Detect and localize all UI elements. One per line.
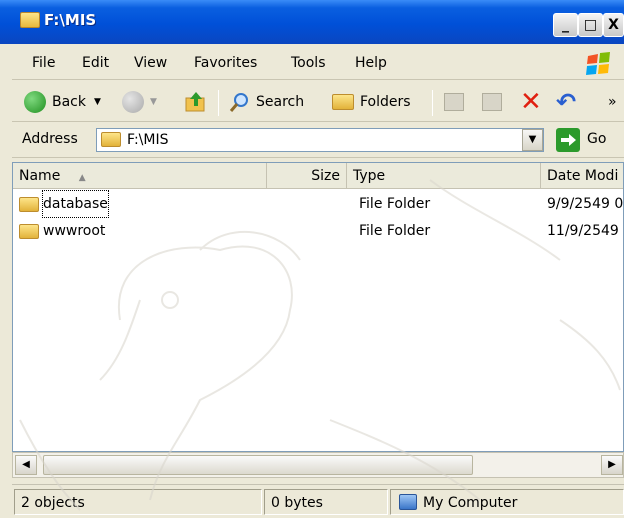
menu-edit[interactable]: Edit: [82, 55, 109, 71]
row-type: File Folder: [359, 223, 431, 239]
forward-button[interactable]: ▼: [122, 82, 157, 122]
undo-button[interactable]: ↶: [556, 82, 576, 122]
row-name[interactable]: wwwroot: [43, 218, 105, 244]
search-label: Search: [256, 94, 305, 110]
minimize-button[interactable]: _: [553, 13, 578, 37]
up-folder-icon: [185, 92, 205, 112]
address-input[interactable]: F:\MIS: [96, 128, 544, 152]
folder-icon: [19, 224, 39, 239]
copy-to-button[interactable]: [482, 82, 502, 122]
chevron-down-icon: ▼: [94, 97, 101, 107]
table-row[interactable]: wwwroot File Folder 11/9/2549: [13, 218, 623, 244]
address-label: Address: [22, 131, 78, 147]
address-bar: Address F:\MIS ▼ Go: [12, 122, 624, 158]
horizontal-scrollbar[interactable]: ◀ ▶: [12, 452, 624, 478]
back-label: Back: [52, 94, 86, 110]
table-row[interactable]: database File Folder 9/9/2549 0: [13, 190, 624, 218]
column-header-date[interactable]: Date Modi: [541, 163, 623, 189]
status-object-count: 2 objects: [14, 489, 262, 515]
column-header-row: Name ▲ Size Type Date Modi: [13, 163, 623, 189]
scroll-thumb[interactable]: [43, 455, 473, 475]
status-location: My Computer: [390, 489, 624, 515]
undo-icon: ↶: [556, 88, 577, 116]
menu-file[interactable]: File: [32, 55, 55, 71]
column-header-name[interactable]: Name ▲: [13, 163, 267, 189]
go-arrow-icon[interactable]: [556, 128, 580, 152]
maximize-button[interactable]: □: [578, 13, 603, 37]
up-folder-button[interactable]: [184, 82, 208, 122]
column-name-label: Name: [19, 168, 61, 184]
column-header-size[interactable]: Size: [267, 163, 347, 189]
toolbar-overflow-button[interactable]: »: [608, 82, 617, 122]
my-computer-icon: [399, 494, 417, 510]
toolbar: Back ▼ ▼ Search Folders ✕ ↶ »: [12, 82, 624, 122]
menu-tools[interactable]: Tools: [291, 55, 326, 71]
copy-to-icon: [482, 93, 502, 111]
back-button[interactable]: Back ▼: [24, 82, 101, 122]
sort-ascending-icon: ▲: [78, 173, 86, 183]
menu-help[interactable]: Help: [355, 55, 387, 71]
close-button[interactable]: X: [603, 13, 624, 37]
toolbar-overflow-chevron: »: [608, 94, 617, 110]
folder-icon: [101, 132, 121, 147]
chevron-down-icon: ▼: [150, 97, 157, 107]
toolbar-separator: [432, 90, 433, 116]
forward-arrow-icon: [122, 91, 144, 113]
scroll-left-button[interactable]: ◀: [15, 455, 37, 475]
search-icon: [229, 93, 248, 112]
menu-bar: File Edit View Favorites Tools Help: [12, 48, 624, 80]
delete-button[interactable]: ✕: [520, 82, 542, 122]
status-size: 0 bytes: [264, 489, 388, 515]
status-location-label: My Computer: [423, 495, 518, 511]
back-arrow-icon: [24, 91, 46, 113]
windows-logo-icon: [586, 52, 610, 75]
move-to-icon: [444, 93, 464, 111]
file-list[interactable]: Name ▲ Size Type Date Modi database File…: [12, 162, 624, 452]
folders-button[interactable]: Folders: [332, 82, 411, 122]
row-date: 9/9/2549 0: [547, 196, 624, 212]
window-title: F:\MIS: [44, 11, 97, 29]
row-date: 11/9/2549: [547, 223, 619, 239]
move-to-button[interactable]: [444, 82, 464, 122]
folders-icon: [332, 94, 354, 110]
explorer-window: F:\MIS _ □ X File Edit View Favorites To…: [0, 0, 624, 518]
go-label[interactable]: Go: [587, 131, 606, 147]
row-name[interactable]: database: [42, 190, 109, 218]
folder-icon: [20, 12, 40, 28]
column-header-type[interactable]: Type: [347, 163, 541, 189]
menu-favorites[interactable]: Favorites: [194, 55, 257, 71]
address-dropdown-button[interactable]: ▼: [522, 129, 543, 151]
row-type: File Folder: [359, 196, 431, 212]
address-value: F:\MIS: [127, 132, 169, 148]
scroll-right-button[interactable]: ▶: [601, 455, 623, 475]
folder-icon: [19, 197, 39, 212]
folders-label: Folders: [360, 94, 411, 110]
status-bar: 2 objects 0 bytes My Computer: [12, 484, 624, 518]
toolbar-separator: [218, 90, 219, 116]
delete-x-icon: ✕: [520, 87, 542, 117]
title-bar[interactable]: F:\MIS _ □ X: [0, 0, 624, 44]
search-button[interactable]: Search: [228, 82, 304, 122]
menu-view[interactable]: View: [134, 55, 167, 71]
